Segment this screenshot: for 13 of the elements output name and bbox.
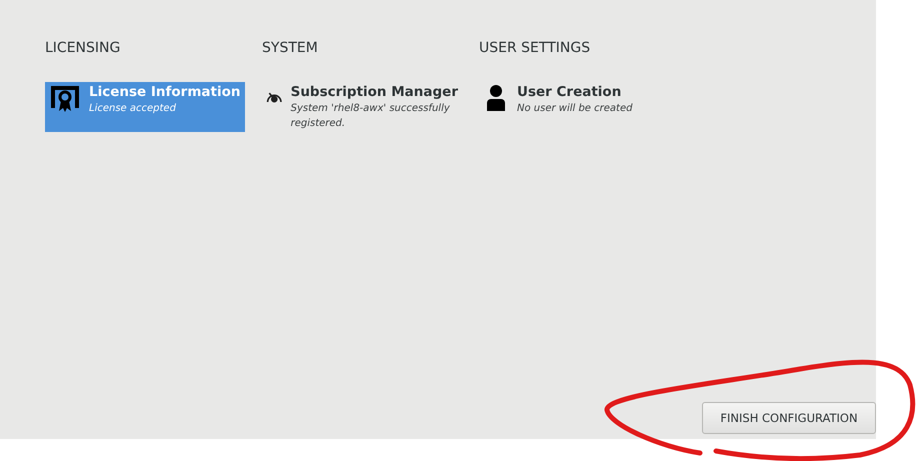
section-heading: SYSTEM xyxy=(262,39,319,58)
spoke-item[interactable]: Subscription Manager System 'rhel8-awx' successfully registered. xyxy=(262,82,462,133)
spoke-title: User Creation xyxy=(517,84,622,101)
spoke-status: System 'rhel8-awx' successfully registered. xyxy=(290,102,451,131)
spoke-title: Subscription Manager xyxy=(290,84,458,101)
spoke-status: License accepted xyxy=(89,102,177,116)
certificate-icon xyxy=(49,84,81,114)
finish-button[interactable]: FINISH CONFIGURATION xyxy=(702,402,876,434)
section-heading: USER SETTINGS xyxy=(479,39,592,58)
spoke-status: No user will be created xyxy=(517,102,632,116)
spoke-title: License Information xyxy=(89,84,240,101)
spoke-item[interactable]: User Creation No user will be created xyxy=(479,82,679,132)
section-heading: LICENSING xyxy=(45,39,122,58)
